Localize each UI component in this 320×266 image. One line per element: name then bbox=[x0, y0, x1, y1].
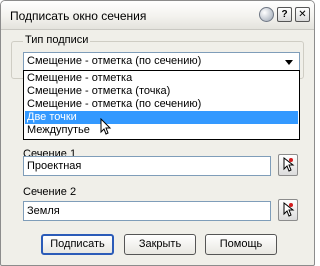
sign-button[interactable]: Подписать bbox=[41, 234, 114, 255]
pick-cursor-icon bbox=[283, 157, 295, 172]
dropdown-option-highlighted[interactable]: Две точки bbox=[25, 111, 298, 124]
close-title-button[interactable]: ✕ bbox=[295, 7, 310, 22]
pick-cursor-icon bbox=[283, 202, 295, 217]
section2-value: Земля bbox=[27, 205, 60, 217]
label-type-combobox[interactable]: Смещение - отметка (по сечению) bbox=[23, 52, 300, 71]
section1-value: Проектная bbox=[27, 160, 82, 172]
close-button[interactable]: Закрыть bbox=[124, 234, 196, 255]
help-title-button[interactable]: ? bbox=[277, 7, 292, 22]
dropdown-option[interactable]: Смещение - отметка (по сечению) bbox=[25, 98, 298, 111]
dropdown-option[interactable]: Смещение - отметка bbox=[25, 72, 298, 85]
section1-field[interactable]: Проектная bbox=[23, 156, 271, 176]
pin-icon[interactable] bbox=[259, 7, 274, 22]
title-bar[interactable]: Подписать окно сечения ? ✕ bbox=[1, 1, 314, 30]
help-button[interactable]: Помощь bbox=[205, 234, 277, 255]
section2-label: Сечение 2 bbox=[23, 186, 77, 198]
section1-pick-button[interactable] bbox=[278, 154, 298, 176]
dropdown-option[interactable]: Смещение - отметка (точка) bbox=[25, 85, 298, 98]
dialog-window: Подписать окно сечения ? ✕ Тип подписи С… bbox=[0, 0, 315, 266]
section2-field[interactable]: Земля bbox=[23, 201, 271, 221]
section2-pick-button[interactable] bbox=[278, 199, 298, 221]
label-type-dropdown-list: Смещение - отметка Смещение - отметка (т… bbox=[23, 70, 300, 140]
chevron-down-icon[interactable] bbox=[285, 60, 293, 65]
mouse-cursor-icon bbox=[100, 118, 112, 135]
dropdown-option[interactable]: Междупутье bbox=[25, 124, 298, 137]
label-type-selected-value: Смещение - отметка (по сечению) bbox=[27, 55, 202, 67]
label-type-legend: Тип подписи bbox=[23, 34, 91, 46]
window-title: Подписать окно сечения bbox=[10, 9, 147, 23]
